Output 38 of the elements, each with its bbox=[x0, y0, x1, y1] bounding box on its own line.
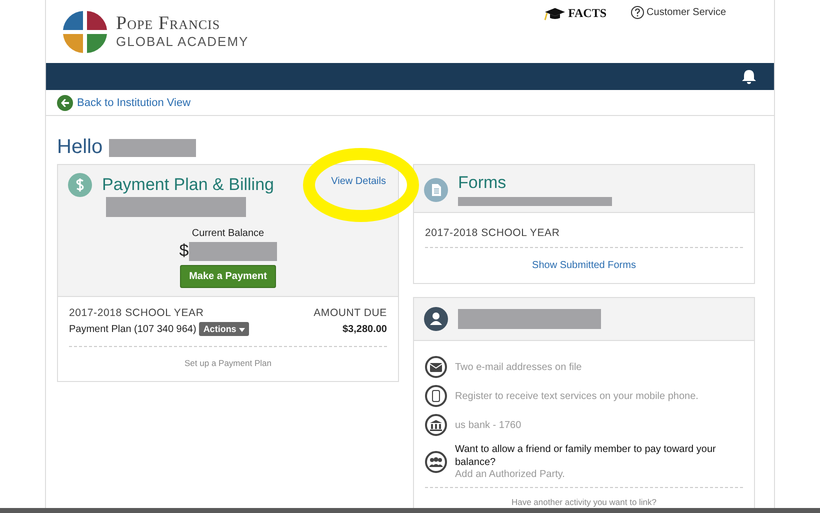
show-forms-link[interactable]: Show Submitted Forms bbox=[532, 260, 636, 271]
footer-text: Have another activity you want to link? bbox=[511, 497, 657, 507]
balance-label: Current Balance bbox=[192, 228, 264, 239]
help-icon bbox=[630, 6, 644, 19]
envelope-icon bbox=[425, 356, 447, 378]
bank-icon bbox=[425, 414, 447, 436]
bell-icon[interactable] bbox=[742, 69, 756, 84]
item-text: Want to allow a friend or family member to pay toward your balance? bbox=[455, 443, 717, 469]
school-year-heading: 2017-2018 SCHOOL YEAR bbox=[69, 307, 204, 319]
make-payment-button[interactable]: Make a Payment bbox=[180, 265, 276, 288]
document-icon bbox=[424, 178, 448, 202]
caret-icon bbox=[238, 328, 245, 332]
actions-dropdown[interactable]: Actions bbox=[199, 322, 249, 336]
authorized-party-link[interactable]: Add an Authorized Party. bbox=[455, 469, 743, 480]
back-link[interactable]: Back to Institution View bbox=[77, 96, 191, 108]
item-text: Two e-mail addresses on file bbox=[455, 362, 582, 372]
logo-title: Pope Francis bbox=[116, 14, 222, 34]
balance-value: $ bbox=[179, 241, 189, 261]
amount-due-value: $3,280.00 bbox=[342, 324, 387, 334]
item-text: Register to receive text services on your mobile phone. bbox=[455, 390, 698, 402]
logo-icon bbox=[62, 10, 108, 52]
greeting: Hello bbox=[57, 136, 103, 159]
people-icon bbox=[425, 450, 447, 472]
user-icon bbox=[424, 307, 448, 331]
payment-plan-label: Payment Plan (107 340 964) bbox=[69, 324, 196, 334]
logo-subtitle: GLOBAL ACADEMY bbox=[116, 34, 249, 49]
dollar-icon bbox=[68, 173, 92, 197]
phone-icon bbox=[425, 385, 447, 407]
amount-due-label: AMOUNT DUE bbox=[314, 307, 387, 319]
school-year-heading: 2017-2018 SCHOOL YEAR bbox=[425, 227, 560, 239]
facts-link[interactable]: FACTS bbox=[544, 6, 607, 21]
card-title: Forms bbox=[458, 173, 508, 193]
item-text: us bank - 1760 bbox=[455, 420, 522, 430]
graduation-cap-icon bbox=[544, 6, 566, 20]
customer-service-link[interactable]: Customer Service bbox=[630, 6, 726, 19]
setup-plan-link[interactable]: Set up a Payment Plan bbox=[184, 358, 272, 368]
card-title: Payment Plan & Billing bbox=[102, 175, 274, 195]
view-details-link[interactable]: View Details bbox=[331, 173, 386, 187]
